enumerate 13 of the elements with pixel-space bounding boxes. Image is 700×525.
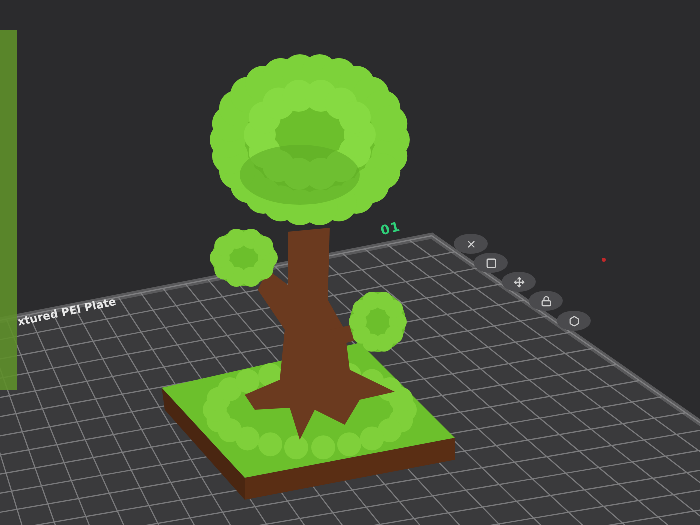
lock-icon — [540, 296, 552, 306]
hexagon-icon — [568, 316, 580, 326]
square-icon — [486, 258, 496, 268]
plate-number: 01 — [379, 220, 403, 240]
marker-dot — [602, 258, 606, 262]
plate-button[interactable] — [529, 291, 563, 311]
plate-button[interactable] — [474, 253, 508, 273]
close-icon — [466, 238, 476, 250]
plate-name: xtured PEI Plate — [16, 295, 118, 329]
plate-button[interactable] — [557, 311, 591, 331]
plate-button[interactable] — [502, 272, 536, 292]
move-icon — [514, 276, 524, 288]
plate-button[interactable] — [454, 234, 488, 254]
